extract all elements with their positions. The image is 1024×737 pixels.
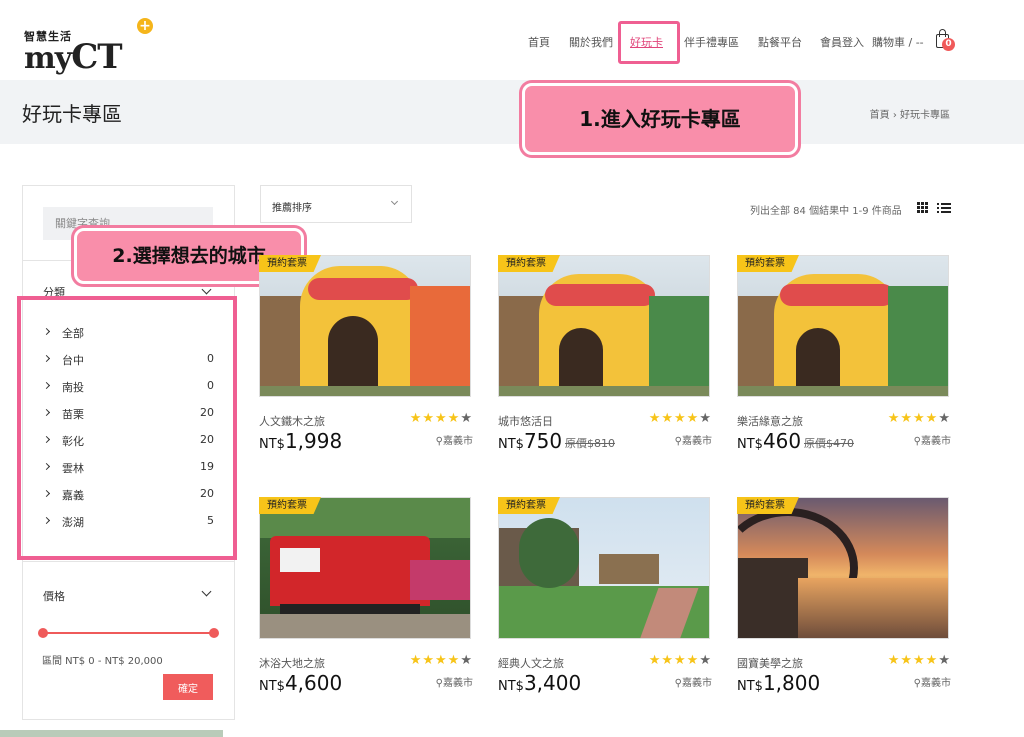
star-rating: ★★★★★	[887, 653, 951, 668]
breadcrumb[interactable]: 首頁 › 好玩卡專區	[870, 106, 950, 121]
chevron-right-icon	[42, 516, 51, 525]
star-rating: ★★★★★	[648, 653, 712, 668]
location-pin-icon: ⚲	[913, 678, 921, 689]
chevron-down-icon	[390, 197, 399, 206]
product-location: ⚲嘉義市	[435, 436, 473, 447]
cart-count-badge: 0	[942, 38, 955, 51]
star-rating: ★★★★★	[409, 653, 473, 668]
sort-select-value: 推薦排序	[272, 203, 312, 214]
nav-highlight-box	[618, 21, 680, 64]
location-pin-icon: ⚲	[435, 436, 443, 447]
location-pin-icon: ⚲	[674, 436, 682, 447]
chevron-down-icon[interactable]	[201, 284, 212, 295]
city-item-taichung[interactable]: 台中 0	[42, 352, 214, 368]
product-card[interactable]: 預約套票 城市悠活日 ★★★★★ NT$750 原價$810 ⚲嘉義市	[498, 255, 712, 455]
city-item-penghu[interactable]: 澎湖 5	[42, 514, 214, 530]
main-nav: 首頁 關於我們 好玩卡 伴手禮專區 點餐平台 會員登入 購物車 / --	[0, 34, 1024, 50]
nav-cart-label[interactable]: 購物車 / --	[872, 34, 924, 50]
original-price: 原價$810	[565, 437, 615, 450]
product-card[interactable]: 預約套票 國寶美學之旅 ★★★★★ NT$1,800 ⚲嘉義市	[737, 497, 951, 697]
product-price: NT$1,998	[259, 429, 343, 453]
product-location: ⚲嘉義市	[913, 678, 951, 689]
nav-ordering[interactable]: 點餐平台	[758, 34, 802, 50]
product-image[interactable]	[498, 255, 710, 397]
package-tag: 預約套票	[737, 255, 799, 272]
price-range-text: 區間 NT$ 0 - NT$ 20,000	[42, 656, 163, 667]
product-card[interactable]: 預約套票 樂活緣意之旅 ★★★★★ NT$460 原價$470 ⚲嘉義市	[737, 255, 951, 455]
product-card[interactable]: 預約套票 沐浴大地之旅 ★★★★★ NT$4,600 ⚲嘉義市	[259, 497, 473, 697]
product-location: ⚲嘉義市	[674, 678, 712, 689]
cart-icon[interactable]: 0	[934, 28, 956, 52]
price-slider-track[interactable]	[42, 632, 214, 634]
product-price: NT$1,800	[737, 671, 821, 695]
package-tag: 預約套票	[259, 255, 321, 272]
chevron-right-icon	[42, 354, 51, 363]
price-confirm-button[interactable]: 確定	[163, 674, 213, 700]
product-image[interactable]	[737, 497, 949, 639]
page-title: 好玩卡專區	[22, 102, 122, 126]
step1-callout: 1.進入好玩卡專區	[522, 83, 798, 155]
product-name[interactable]: 國寶美學之旅	[737, 655, 803, 671]
city-item-all[interactable]: 全部	[42, 325, 214, 341]
product-image[interactable]	[259, 255, 471, 397]
product-name[interactable]: 經典人文之旅	[498, 655, 564, 671]
chevron-right-icon	[42, 381, 51, 390]
location-pin-icon: ⚲	[435, 678, 443, 689]
product-price: NT$3,400	[498, 671, 582, 695]
product-name[interactable]: 城市悠活日	[498, 413, 553, 429]
price-slider-max-handle[interactable]	[209, 628, 219, 638]
product-location: ⚲嘉義市	[913, 436, 951, 447]
product-price: NT$460	[737, 429, 802, 453]
package-tag: 預約套票	[498, 497, 560, 514]
product-image[interactable]	[737, 255, 949, 397]
city-item-chiayi[interactable]: 嘉義 20	[42, 487, 214, 503]
product-card[interactable]: 預約套票 人文鐵木之旅 ★★★★★ NT$1,998 ⚲嘉義市	[259, 255, 473, 455]
nav-about[interactable]: 關於我們	[569, 34, 613, 50]
product-image[interactable]	[498, 497, 710, 639]
product-name[interactable]: 沐浴大地之旅	[259, 655, 325, 671]
price-slider-min-handle[interactable]	[38, 628, 48, 638]
location-pin-icon: ⚲	[674, 678, 682, 689]
chevron-right-icon	[42, 462, 51, 471]
logo-plus-icon: +	[137, 18, 153, 34]
sort-select[interactable]: 推薦排序	[260, 185, 412, 223]
package-tag: 預約套票	[737, 497, 799, 514]
city-item-nantou[interactable]: 南投 0	[42, 379, 214, 395]
city-item-miaoli[interactable]: 苗栗 20	[42, 406, 214, 422]
package-tag: 預約套票	[259, 497, 321, 514]
product-location: ⚲嘉義市	[674, 436, 712, 447]
chevron-down-icon[interactable]	[201, 586, 212, 597]
city-item-changhua[interactable]: 彰化 20	[42, 433, 214, 449]
original-price: 原價$470	[804, 437, 854, 450]
star-rating: ★★★★★	[887, 411, 951, 426]
product-price: NT$4,600	[259, 671, 343, 695]
site-header: 智慧生活 myCT + 首頁 關於我們 好玩卡 伴手禮專區 點餐平台 會員登入 …	[0, 0, 1024, 80]
chevron-right-icon	[42, 327, 51, 336]
product-price: NT$750	[498, 429, 563, 453]
product-name[interactable]: 樂活緣意之旅	[737, 413, 803, 429]
package-tag: 預約套票	[498, 255, 560, 272]
product-location: ⚲嘉義市	[435, 678, 473, 689]
grid-view-icon[interactable]	[917, 202, 929, 214]
product-card[interactable]: 預約套票 經典人文之旅 ★★★★★ NT$3,400 ⚲嘉義市	[498, 497, 712, 697]
product-image[interactable]	[259, 497, 471, 639]
nav-member-login[interactable]: 會員登入	[820, 34, 864, 50]
star-rating: ★★★★★	[648, 411, 712, 426]
product-name[interactable]: 人文鐵木之旅	[259, 413, 325, 429]
divider	[23, 561, 234, 562]
price-title: 價格	[43, 590, 65, 603]
chevron-right-icon	[42, 408, 51, 417]
chevron-right-icon	[42, 489, 51, 498]
star-rating: ★★★★★	[409, 411, 473, 426]
bottom-strip	[0, 730, 223, 737]
nav-souvenir[interactable]: 伴手禮專區	[684, 34, 739, 50]
location-pin-icon: ⚲	[913, 436, 921, 447]
city-item-yunlin[interactable]: 雲林 19	[42, 460, 214, 476]
result-count: 列出全部 84 個結果中 1-9 件商品	[750, 206, 902, 217]
list-view-icon[interactable]	[937, 202, 951, 214]
page-title-band: 好玩卡專區 首頁 › 好玩卡專區	[0, 80, 1024, 144]
nav-home[interactable]: 首頁	[528, 34, 550, 50]
chevron-right-icon	[42, 435, 51, 444]
